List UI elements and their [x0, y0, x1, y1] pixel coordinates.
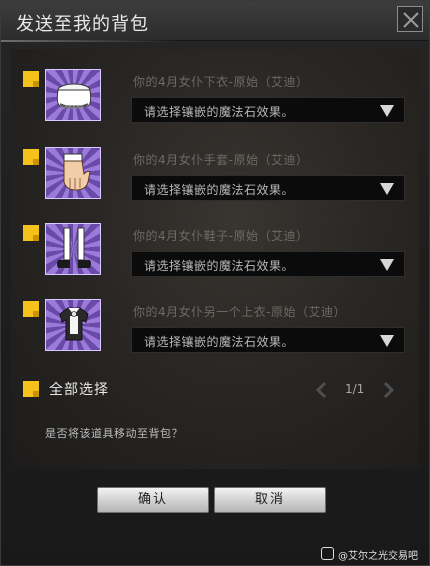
item-name: 你的4月女仆下衣-原始（艾迪） [133, 75, 309, 89]
magic-stone-select[interactable]: 请选择镶嵌的魔法石效果。 [131, 327, 405, 353]
close-icon [403, 12, 419, 28]
item-row: 你的4月女仆鞋子-原始（艾迪） 请选择镶嵌的魔法石效果。 [23, 223, 413, 283]
top-icon [59, 307, 89, 341]
item-checkbox[interactable] [23, 149, 39, 165]
select-placeholder: 请选择镶嵌的魔法石效果。 [144, 105, 295, 119]
item-name: 你的4月女仆另一个上衣-原始（艾迪） [133, 305, 346, 319]
dialog-title: 发送至我的背包 [16, 14, 149, 35]
dropdown-arrow-icon [380, 105, 394, 117]
shoes-icon [57, 227, 91, 268]
send-to-backpack-dialog: 发送至我的背包 你的4月女仆下衣-原始（艾迪） 请选择镶嵌的魔法石效果。 你的4… [0, 0, 430, 566]
item-checkbox[interactable] [23, 71, 39, 87]
pager: 1/1 [313, 379, 403, 403]
select-placeholder: 请选择镶嵌的魔法石效果。 [144, 183, 295, 197]
dropdown-arrow-icon [380, 259, 394, 271]
dropdown-arrow-icon [380, 183, 394, 195]
select-all-checkbox[interactable] [23, 381, 39, 397]
select-placeholder: 请选择镶嵌的魔法石效果。 [144, 259, 295, 273]
glove-icon [63, 153, 91, 191]
tieba-logo-icon [321, 547, 334, 560]
item-row: 你的4月女仆手套-原始（艾迪） 请选择镶嵌的魔法石效果。 [23, 147, 413, 207]
select-all-label: 全部选择 [49, 382, 109, 398]
cancel-button[interactable]: 取消 [214, 487, 326, 513]
title-bar: 发送至我的背包 [1, 1, 429, 42]
chevron-left-icon [315, 381, 327, 399]
magic-stone-select[interactable]: 请选择镶嵌的魔法石效果。 [131, 97, 405, 123]
skirt-icon [56, 83, 92, 110]
page-indicator: 1/1 [345, 382, 365, 396]
close-button[interactable] [397, 6, 423, 32]
magic-stone-select[interactable]: 请选择镶嵌的魔法石效果。 [131, 251, 405, 277]
item-checkbox[interactable] [23, 301, 39, 317]
item-thumbnail [45, 223, 101, 275]
select-placeholder: 请选择镶嵌的魔法石效果。 [144, 335, 295, 349]
chevron-right-icon [383, 381, 395, 399]
item-name: 你的4月女仆鞋子-原始（艾迪） [133, 229, 309, 243]
item-thumbnail [45, 299, 101, 351]
move-question-text: 是否将该道具移动至背包？ [45, 427, 183, 440]
item-row: 你的4月女仆下衣-原始（艾迪） 请选择镶嵌的魔法石效果。 [23, 69, 413, 129]
page-prev-button[interactable] [313, 381, 331, 399]
dropdown-arrow-icon [380, 335, 394, 347]
item-row: 你的4月女仆另一个上衣-原始（艾迪） 请选择镶嵌的魔法石效果。 [23, 299, 413, 359]
item-name: 你的4月女仆手套-原始（艾迪） [133, 153, 309, 167]
item-checkbox[interactable] [23, 225, 39, 241]
item-thumbnail [45, 147, 101, 199]
item-thumbnail [45, 69, 101, 121]
watermark-text: @艾尔之光交易吧 [338, 551, 418, 562]
page-next-button[interactable] [379, 381, 397, 399]
title-underline [1, 40, 181, 42]
confirm-button[interactable]: 确认 [97, 487, 209, 513]
magic-stone-select[interactable]: 请选择镶嵌的魔法石效果。 [131, 175, 405, 201]
